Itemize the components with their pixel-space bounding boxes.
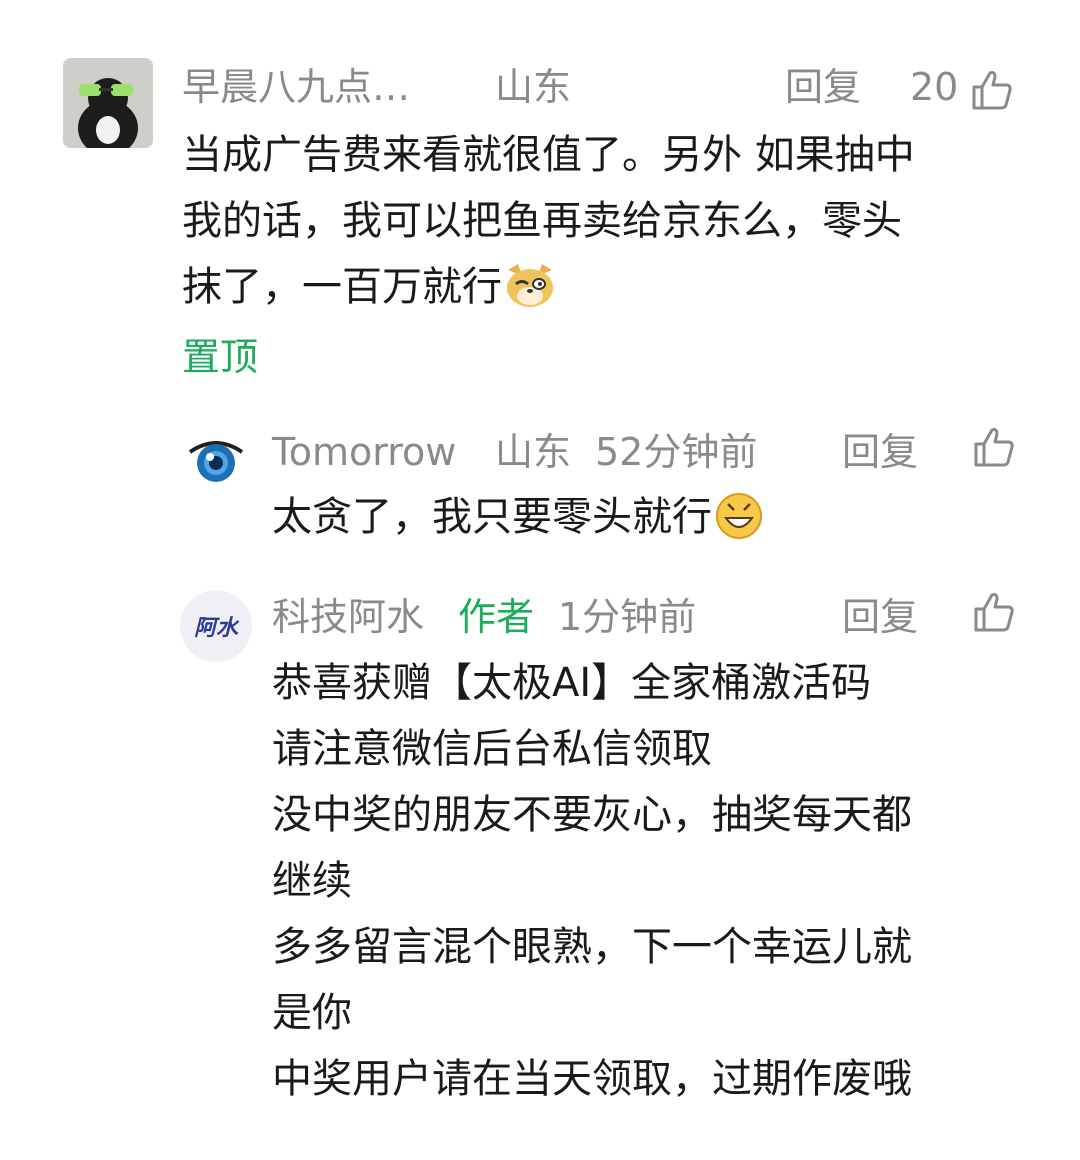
comment-line: 恭喜获赠【太极AI】全家桶激活码 (272, 660, 872, 706)
comment-location: 山东 (495, 65, 572, 109)
thumbs-up-icon (974, 593, 1014, 632)
reply-button[interactable]: 回复 (842, 593, 918, 641)
comment-text: 恭喜获赠【太极AI】全家桶激活码 请注意微信后台私信领取 没中奖的朋友不要灰心，… (272, 650, 1032, 1112)
comment-line-text: 太贪了，我只要零头就行 (272, 494, 712, 540)
avatar[interactable] (186, 430, 246, 494)
reply-button[interactable]: 回复 (785, 63, 861, 111)
comment-line: 抹了，一百万就行 (182, 254, 1022, 320)
like-button[interactable] (972, 425, 1016, 473)
avatar[interactable]: 阿水 (180, 590, 252, 662)
comment-time: 52分钟前 (595, 430, 758, 474)
eye-avatar (188, 441, 244, 482)
pinned-label: 置顶 (182, 335, 259, 379)
comment-author[interactable]: 科技阿水 (272, 593, 424, 641)
comment-text: 太贪了，我只要零头就行 (272, 484, 1032, 550)
comment-author[interactable]: 早晨八九点… (182, 63, 410, 111)
comment-text: 当成广告费来看就很值了。另外 如果抽中 我的话，我可以把鱼再卖给京东么，零头 抹… (182, 122, 1022, 320)
avatar-text: 阿水 (193, 616, 238, 641)
comment-time: 1分钟前 (558, 595, 697, 639)
author-badge: 作者 (458, 595, 535, 639)
comment-line: 中奖用户请在当天领取，过期作废哦 (272, 1056, 912, 1102)
comment-line: 没中奖的朋友不要灰心，抽奖每天都 (272, 792, 912, 838)
grin-emoji (716, 493, 762, 539)
like-button[interactable] (972, 590, 1016, 638)
comment-line: 多多留言混个眼熟，下一个幸运儿就 (272, 924, 912, 970)
comment-line: 请注意微信后台私信领取 (272, 726, 712, 772)
doge-emoji (507, 264, 553, 307)
comment-location: 山东 (495, 430, 572, 474)
avatar-image (63, 58, 153, 148)
like-button[interactable]: 20 (910, 63, 1014, 112)
comment-line-text: 抹了，一百万就行 (182, 264, 502, 310)
comment-line: 继续 (272, 858, 352, 904)
avatar[interactable] (63, 58, 153, 148)
thumbs-up-icon (972, 70, 1013, 109)
comment-author[interactable]: Tomorrow (272, 428, 456, 476)
like-count: 20 (910, 65, 959, 109)
comment-line: 当成广告费来看就很值了。另外 如果抽中 (182, 132, 915, 178)
comment-line: 我的话，我可以把鱼再卖给京东么，零头 (182, 198, 902, 244)
comment-line: 是你 (272, 990, 352, 1036)
thumbs-up-icon (974, 428, 1014, 467)
reply-button[interactable]: 回复 (842, 428, 918, 476)
